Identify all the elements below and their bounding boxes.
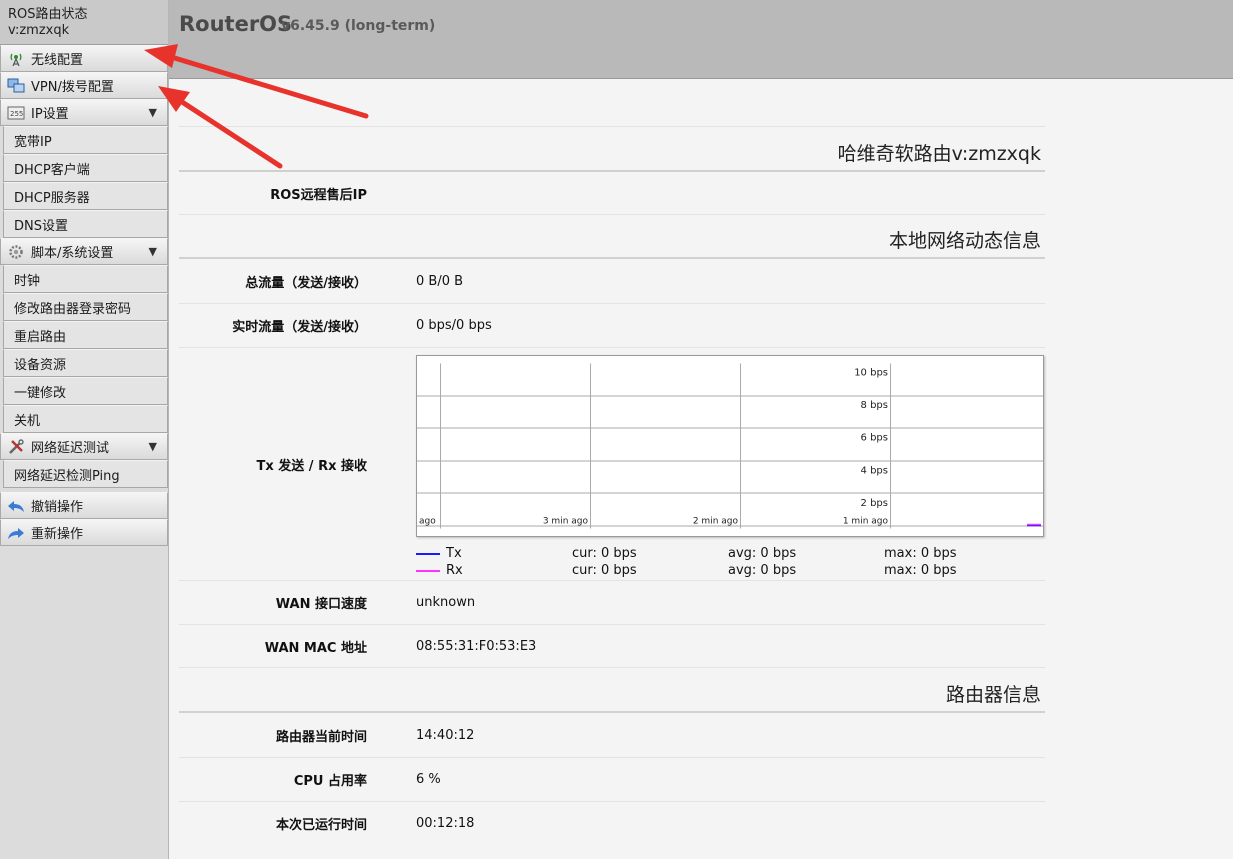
legend-tx: Tx cur: 0 bps avg: 0 bps max: 0 bps [416, 545, 1044, 562]
svg-text:255: 255 [10, 110, 23, 118]
legend-tx-swatch [416, 552, 440, 555]
graph-y-tick: 2 bps [861, 498, 888, 509]
redo-label: 重新操作 [31, 527, 84, 542]
legend-rx: Rx cur: 0 bps avg: 0 bps max: 0 bps [416, 562, 1044, 579]
legend-tx-max: max: 0 bps [884, 546, 957, 561]
submenu-broadband-ip[interactable]: 宽带IP [3, 126, 168, 154]
graph-x-tick: 3 min ago [543, 517, 589, 527]
legend-tx-avg: avg: 0 bps [728, 546, 797, 561]
submenu-dns[interactable]: DNS设置 [3, 210, 168, 238]
total-traffic-value: 0 B/0 B [416, 273, 464, 289]
app-title: ROS路由状态 v:zmzxqk [0, 0, 168, 45]
legend-rx-max: max: 0 bps [884, 563, 957, 578]
redo-button[interactable]: 重新操作 [0, 519, 168, 546]
gear-icon [7, 243, 25, 261]
graph-y-tick: 6 bps [861, 433, 888, 444]
version-label: v6.45.9 (long-term) [281, 18, 436, 34]
row-router-time: 路由器当前时间 14:40:12 [179, 713, 1045, 758]
row-uptime: 本次已运行时间 00:12:18 [179, 802, 1045, 845]
uptime-value: 00:12:18 [416, 816, 475, 831]
graph-wrap: 10 bps 8 bps 6 bps 4 bps 2 bps ago 3 min ago 2 … [416, 349, 1044, 579]
row-traffic-graph: Tx 发送 / Rx 接收 10 bps 8 bps 6 bps 4 bps 2 bps… [179, 348, 1045, 581]
wan-speed-label: WAN 接口速度 [275, 597, 367, 612]
menu-latency-test[interactable]: 网络延迟测试 ▼ [0, 433, 168, 460]
menu-vpn-label: VPN/拨号配置 [31, 80, 114, 95]
menu-script-system-label: 脚本/系统设置 [31, 246, 114, 261]
graph-y-tick: 8 bps [861, 400, 888, 411]
graph-background [417, 363, 1043, 529]
brand-title: RouterOS [179, 12, 293, 36]
menu-ip-label: IP设置 [31, 107, 69, 122]
legend-rx-swatch [416, 569, 440, 572]
cpu-value: 6 % [416, 772, 441, 787]
undo-label: 撤销操作 [31, 500, 84, 515]
menu-script-system[interactable]: 脚本/系统设置 ▼ [0, 238, 168, 265]
submenu-dhcp-server[interactable]: DHCP服务器 [3, 182, 168, 210]
main-content: 哈维奇软路由v:zmzxqk ROS远程售后IP 本地网络动态信息 总流量（发送… [179, 78, 1045, 845]
cpu-label: CPU 占用率 [293, 774, 367, 789]
wan-speed-value: unknown [416, 595, 476, 610]
header: RouterOS v6.45.9 (long-term) [169, 0, 1233, 79]
submenu-shutdown[interactable]: 关机 [3, 405, 168, 433]
wan-mac-value: 08:55:31:F0:53:E3 [416, 638, 537, 654]
wan-mac-label: WAN MAC 地址 [264, 640, 367, 656]
sidebar: ROS路由状态 v:zmzxqk 无线配置 VPN/拨号配置 255 IP设置 … [0, 0, 169, 859]
menu-ip[interactable]: 255 IP设置 ▼ [0, 99, 168, 126]
app-title-line1: ROS路由状态 [8, 7, 88, 22]
app-title-line2: v:zmzxqk [8, 23, 70, 38]
traffic-graph: 10 bps 8 bps 6 bps 4 bps 2 bps ago 3 min ago 2 … [416, 355, 1044, 537]
menu-wireless[interactable]: 无线配置 [0, 45, 168, 72]
uptime-label: 本次已运行时间 [275, 818, 367, 833]
total-traffic-label: 总流量（发送/接收） [245, 275, 367, 291]
router-time-label: 路由器当前时间 [275, 729, 367, 745]
row-wan-mac: WAN MAC 地址 08:55:31:F0:53:E3 [179, 625, 1045, 668]
chevron-down-icon: ▼ [148, 440, 157, 453]
remote-ip-label: ROS远程售后IP [270, 187, 367, 203]
submenu-dhcp-client[interactable]: DHCP客户端 [3, 154, 168, 182]
legend-tx-name: Tx [446, 546, 462, 561]
network-icon [7, 77, 25, 95]
submenu-one-click-modify[interactable]: 一键修改 [3, 377, 168, 405]
menu-latency-test-label: 网络延迟测试 [31, 441, 110, 456]
chevron-down-icon: ▼ [148, 106, 157, 119]
realtime-traffic-label: 实时流量（发送/接收） [232, 320, 367, 335]
undo-button[interactable]: 撤销操作 [0, 492, 168, 519]
legend-rx-cur: cur: 0 bps [572, 563, 637, 578]
section-title-router-info: 路由器信息 [179, 668, 1045, 713]
antenna-icon [7, 50, 25, 68]
submenu-ping[interactable]: 网络延迟检测Ping [3, 460, 168, 488]
row-total-traffic: 总流量（发送/接收） 0 B/0 B [179, 259, 1045, 304]
submenu-resources[interactable]: 设备资源 [3, 349, 168, 377]
redo-icon [7, 524, 25, 542]
router-time-value: 14:40:12 [416, 727, 475, 743]
submenu-clock[interactable]: 时钟 [3, 265, 168, 293]
submenu-change-password[interactable]: 修改路由器登录密码 [3, 293, 168, 321]
undo-icon [7, 497, 25, 515]
legend-tx-cur: cur: 0 bps [572, 546, 637, 561]
tools-icon [7, 438, 25, 456]
legend-rx-avg: avg: 0 bps [728, 563, 797, 578]
section-title-router: 哈维奇软路由v:zmzxqk [179, 127, 1045, 172]
row-wan-speed: WAN 接口速度 unknown [179, 581, 1045, 625]
chevron-down-icon: ▼ [148, 245, 157, 258]
graph-label: Tx 发送 / Rx 接收 [256, 458, 367, 474]
menu-vpn[interactable]: VPN/拨号配置 [0, 72, 168, 99]
realtime-traffic-value: 0 bps/0 bps [416, 318, 492, 333]
section-title-network: 本地网络动态信息 [179, 215, 1045, 259]
menu-wireless-label: 无线配置 [31, 53, 84, 68]
graph-y-tick: 10 bps [854, 368, 888, 379]
ip-icon: 255 [7, 104, 25, 122]
top-divider [179, 78, 1045, 127]
legend-rx-name: Rx [446, 563, 463, 578]
row-realtime-traffic: 实时流量（发送/接收） 0 bps/0 bps [179, 304, 1045, 348]
row-cpu: CPU 占用率 6 % [179, 758, 1045, 802]
row-remote-ip: ROS远程售后IP [179, 172, 1045, 215]
graph-x-tick: ago [419, 517, 436, 527]
submenu-reboot[interactable]: 重启路由 [3, 321, 168, 349]
graph-x-tick: 1 min ago [843, 517, 889, 527]
graph-y-tick: 4 bps [861, 465, 888, 476]
graph-x-tick: 2 min ago [693, 517, 739, 527]
